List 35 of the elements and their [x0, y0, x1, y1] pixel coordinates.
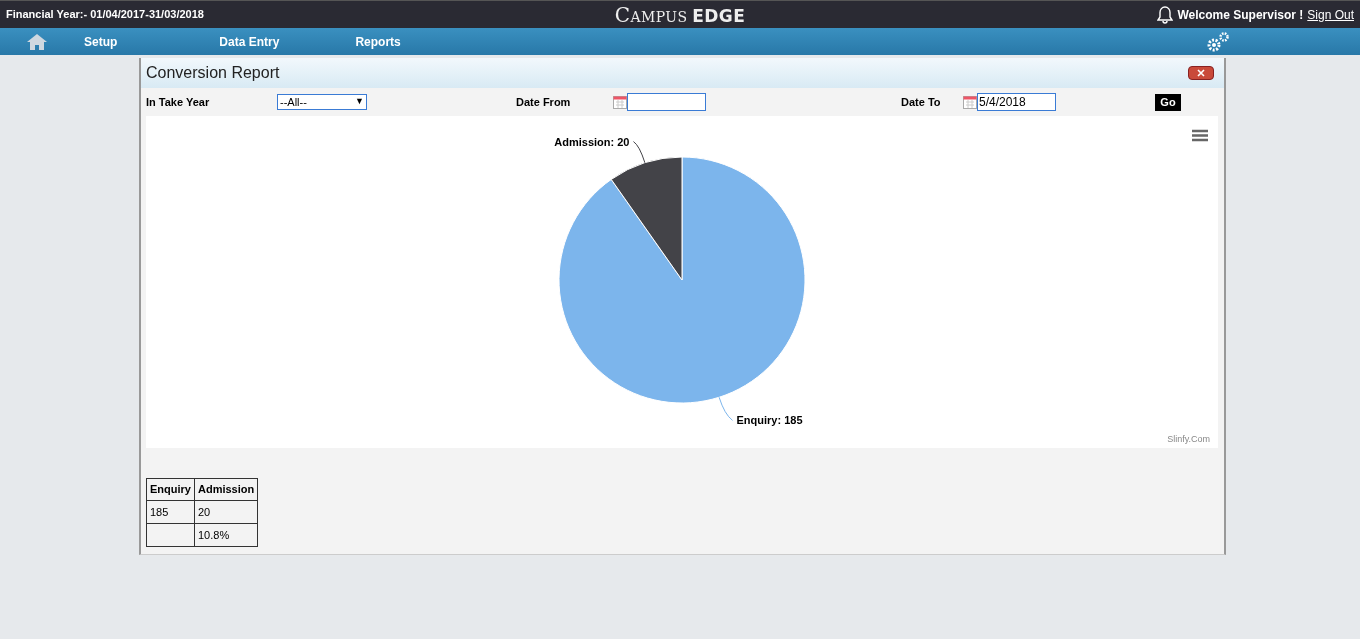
menu-icon[interactable] — [1192, 129, 1208, 142]
dropdown-arrow-icon: ▼ — [355, 95, 364, 109]
welcome-text: Welcome Supervisor ! — [1177, 6, 1304, 24]
table-cell — [146, 523, 195, 547]
filter-label: Date From — [516, 94, 572, 110]
logo: CAMPUS EDGE — [614, 1, 746, 29]
leader-line — [632, 141, 646, 164]
nav-item[interactable]: Setup — [84, 32, 118, 51]
nav-item[interactable]: Data Entry — [219, 32, 280, 51]
filter-label: In Take Year — [146, 94, 211, 110]
gears-icon[interactable] — [1206, 30, 1230, 53]
home-icon[interactable] — [26, 32, 48, 51]
column-header: Enquiry — [146, 478, 195, 501]
data-label: Admission: 20 — [554, 135, 630, 148]
close-icon — [1197, 69, 1205, 77]
report-title: Conversion Report — [146, 63, 281, 83]
calendar-icon[interactable] — [613, 95, 627, 109]
close-button[interactable] — [1188, 66, 1214, 80]
sign-out-link[interactable]: Sign Out — [1307, 5, 1354, 24]
table-cell: 20 — [194, 500, 258, 524]
bell-icon[interactable] — [1157, 5, 1174, 24]
filter-label: Date To — [901, 94, 942, 110]
column-header: Admission — [194, 478, 258, 501]
table-cell: 185 — [146, 500, 195, 524]
table-cell: 10.8% — [194, 523, 258, 547]
date-to-field[interactable]: 5/4/2018 — [977, 93, 1056, 111]
go-button[interactable]: Go — [1155, 93, 1181, 111]
chart-credits: Slinfy.Com — [1167, 432, 1210, 446]
date-from-field[interactable] — [627, 93, 706, 111]
data-label: Enquiry: 185 — [736, 414, 803, 427]
nav-item[interactable]: Reports — [355, 32, 401, 51]
intake-year-select[interactable]: --All-- ▼ — [277, 94, 367, 110]
financial-year: Financial Year:- 01/04/2017-31/03/2018 — [6, 7, 205, 23]
calendar-icon[interactable] — [963, 95, 977, 109]
leader-line — [718, 396, 734, 421]
